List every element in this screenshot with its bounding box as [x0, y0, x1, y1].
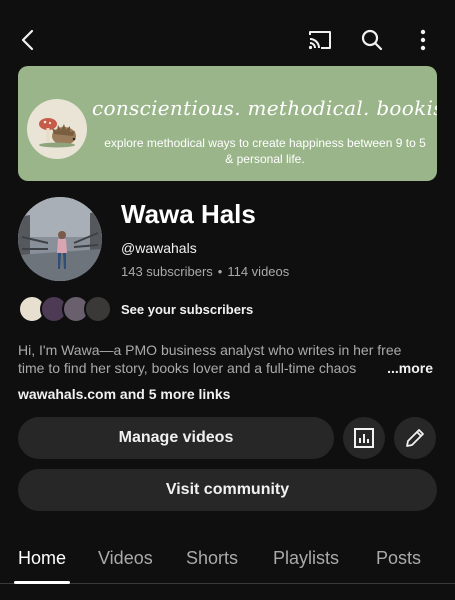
- analytics-button[interactable]: [343, 417, 385, 459]
- cast-button[interactable]: [300, 20, 340, 60]
- channel-tabs: Home Videos Shorts Playlists Posts: [0, 540, 455, 584]
- active-tab-indicator: [14, 581, 70, 584]
- tab-playlists[interactable]: Playlists: [273, 548, 339, 569]
- banner-logo: [27, 99, 87, 159]
- channel-links[interactable]: wawahals.com and 5 more links: [18, 386, 230, 402]
- subscriber-avatar: [84, 295, 112, 323]
- description-line: Hi, I'm Wawa—a PMO business analyst who …: [18, 342, 402, 358]
- search-icon: [361, 29, 383, 51]
- hedgehog-mushroom-illustration: [39, 118, 76, 148]
- stats-separator: •: [217, 264, 223, 279]
- banner-subtitle: explore methodical ways to create happin…: [104, 136, 426, 166]
- analytics-icon: [354, 428, 374, 448]
- subscriber-count: 143 subscribers: [121, 264, 213, 279]
- more-options-button[interactable]: [403, 20, 443, 60]
- tab-shorts[interactable]: Shorts: [186, 548, 238, 569]
- manage-videos-button[interactable]: Manage videos: [18, 417, 334, 459]
- cast-icon: [308, 31, 331, 50]
- see-subscribers-link[interactable]: See your subscribers: [121, 302, 253, 317]
- pencil-icon: [406, 429, 424, 447]
- description-more-link[interactable]: ...more: [365, 359, 433, 377]
- channel-avatar[interactable]: [18, 197, 102, 281]
- channel-description[interactable]: Hi, I'm Wawa—a PMO business analyst who …: [18, 341, 433, 377]
- more-vertical-icon: [420, 29, 426, 51]
- channel-stats: 143 subscribers • 114 videos: [121, 264, 289, 279]
- back-button[interactable]: [8, 20, 48, 60]
- chevron-left-icon: [21, 29, 34, 51]
- video-count: 114 videos: [227, 264, 290, 279]
- edit-channel-button[interactable]: [394, 417, 436, 459]
- subscriber-avatars[interactable]: [18, 295, 118, 325]
- channel-banner: conscientious. methodical. bookish. expl…: [18, 66, 437, 181]
- visit-community-button[interactable]: Visit community: [18, 469, 437, 511]
- tab-home[interactable]: Home: [18, 548, 66, 569]
- search-button[interactable]: [352, 20, 392, 60]
- description-line: time to find her story, books lover and …: [18, 359, 433, 377]
- channel-name: Wawa Hals: [121, 199, 256, 229]
- tab-posts[interactable]: Posts: [376, 548, 421, 569]
- channel-handle: @wawahals: [121, 240, 197, 256]
- tab-videos[interactable]: Videos: [98, 548, 153, 569]
- description-line-text: time to find her story, books lover and …: [18, 360, 357, 376]
- avatar-photo: [18, 197, 102, 281]
- banner-title: conscientious. methodical. bookish.: [92, 96, 437, 120]
